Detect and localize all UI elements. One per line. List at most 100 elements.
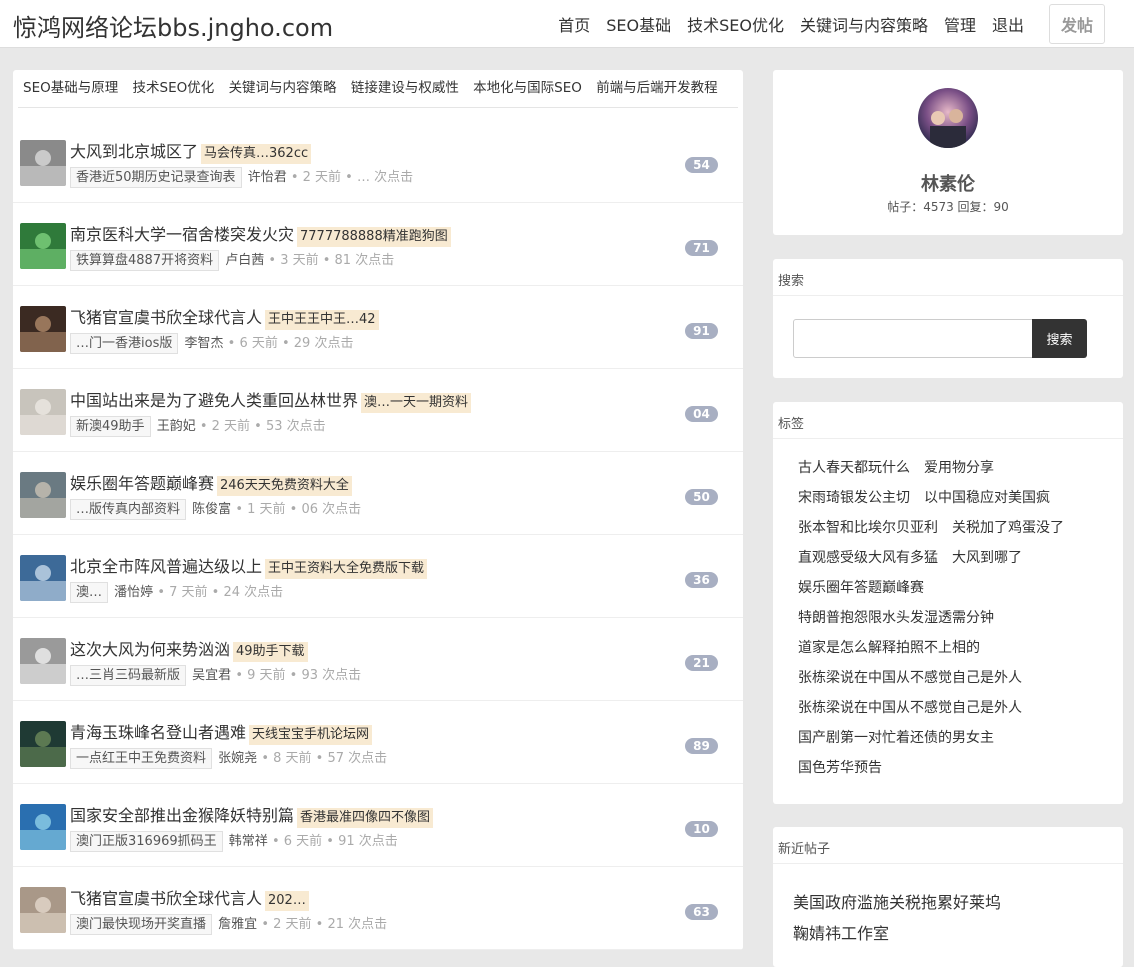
- tag-link[interactable]: 以中国稳应对美国疯: [924, 490, 1050, 506]
- post-forum-tag[interactable]: …版传真内部资料: [70, 499, 187, 520]
- new-post-button[interactable]: 发帖: [1049, 4, 1105, 44]
- category-tab[interactable]: SEO基础与原理: [23, 80, 118, 96]
- category-tab[interactable]: 链接建设与权威性: [351, 80, 459, 96]
- search-input[interactable]: [793, 319, 1033, 358]
- post-title[interactable]: 北京全市阵风普遍达级以上: [70, 557, 262, 576]
- post-highlight-tag[interactable]: 香港最准四像四不像图: [297, 808, 434, 828]
- post-highlight-tag[interactable]: 马会传真…362cc: [201, 144, 312, 164]
- reply-count-badge: 21: [685, 655, 718, 671]
- post-forum-tag[interactable]: 澳…: [70, 582, 109, 603]
- post-title[interactable]: 青海玉珠峰名登山者遇难: [70, 723, 246, 742]
- category-tab[interactable]: 技术SEO优化: [133, 80, 215, 96]
- nav-technical-seo[interactable]: 技术SEO优化: [687, 12, 784, 36]
- post-highlight-tag[interactable]: 澳…一天一期资料: [361, 393, 472, 413]
- site-title[interactable]: 惊鸿网络论坛bbs.jngho.com: [13, 8, 333, 43]
- post-forum-tag[interactable]: 香港近50期历史记录查询表: [70, 167, 242, 188]
- post-forum-tag[interactable]: 澳门最快现场开奖直播: [70, 914, 213, 935]
- post-forum-tag[interactable]: 澳门正版316969抓码王: [70, 831, 223, 852]
- post-title[interactable]: 飞猪官宣虞书欣全球代言人: [70, 308, 262, 327]
- nav-admin[interactable]: 管理: [944, 12, 976, 36]
- post-thumbnail[interactable]: [20, 804, 66, 850]
- category-tab[interactable]: 关键词与内容策略: [229, 80, 337, 96]
- post-title[interactable]: 娱乐圈年答题巅峰赛: [70, 474, 214, 493]
- post-author[interactable]: 卢白茜: [225, 253, 264, 268]
- post-highlight-tag[interactable]: 天线宝宝手机论坛网: [249, 725, 373, 745]
- tag-link[interactable]: 直观感受级大风有多猛: [798, 550, 938, 566]
- post-thumbnail[interactable]: [20, 223, 66, 269]
- nav-logout[interactable]: 退出: [992, 12, 1024, 36]
- post-author[interactable]: 潘怡婷: [114, 585, 153, 600]
- reply-count-badge: 89: [685, 738, 718, 754]
- post-forum-tag[interactable]: 铁算算盘4887开将资料: [70, 250, 220, 271]
- tag-link[interactable]: 道家是怎么解释拍照不上相的: [798, 640, 980, 656]
- tag-link[interactable]: 国色芳华预告: [798, 760, 882, 776]
- post-row[interactable]: 飞猪官宣虞书欣全球代言人 202… 澳门最快现场开奖直播 詹雅宜 • 2 天前 • …: [13, 867, 743, 950]
- nav-keyword-strategy[interactable]: 关键词与内容策略: [800, 12, 928, 36]
- post-row[interactable]: 这次大风为何来势汹汹 49助手下载 …三肖三码最新版 吴宜君 • 9 天前 • 93…: [13, 618, 743, 701]
- category-tab[interactable]: 前端与后端开发教程: [596, 80, 718, 96]
- post-highlight-tag[interactable]: 7777788888精准跑狗图: [297, 227, 451, 247]
- tag-link[interactable]: 张栋梁说在中国从不感觉自己是外人: [798, 670, 1022, 686]
- post-author[interactable]: 许怡君: [248, 170, 287, 185]
- tag-row: 张栋梁说在中国从不感觉自己是外人: [798, 663, 1118, 693]
- post-author[interactable]: 韩常祥: [229, 834, 268, 849]
- post-thumbnail[interactable]: [20, 721, 66, 767]
- post-thumbnail[interactable]: [20, 140, 66, 186]
- post-author[interactable]: 詹雅宜: [218, 917, 257, 932]
- post-thumbnail[interactable]: [20, 472, 66, 518]
- nav-seo-basics[interactable]: SEO基础: [606, 12, 671, 36]
- post-author[interactable]: 吴宜君: [192, 668, 231, 683]
- post-thumbnail[interactable]: [20, 306, 66, 352]
- tag-link[interactable]: 关税加了鸡蛋没了: [952, 520, 1064, 536]
- post-author[interactable]: 张婉尧: [218, 751, 257, 766]
- avatar[interactable]: [918, 88, 978, 148]
- search-button[interactable]: 搜索: [1032, 319, 1087, 358]
- post-thumbnail[interactable]: [20, 887, 66, 933]
- tag-link[interactable]: 娱乐圈年答题巅峰赛: [798, 580, 924, 596]
- tag-link[interactable]: 张本智和比埃尔贝亚利: [798, 520, 938, 536]
- post-forum-tag[interactable]: 新澳49助手: [70, 416, 151, 437]
- tag-link[interactable]: 特朗普抱怨限水头发湿透需分钟: [798, 610, 994, 626]
- post-row[interactable]: 青海玉珠峰名登山者遇难 天线宝宝手机论坛网 一点红王中王免费资料 张婉尧 • 8 天…: [13, 701, 743, 784]
- post-thumbnail[interactable]: [20, 555, 66, 601]
- recent-post-link[interactable]: 美国政府滥施关税拖累好莱坞: [793, 887, 1113, 918]
- post-row[interactable]: 南京医科大学一宿舍楼突发火灾 7777788888精准跑狗图铁算算盘4887开将资…: [13, 203, 743, 286]
- post-highlight-tag[interactable]: 王中王王中王…42: [265, 310, 379, 330]
- post-title[interactable]: 大风到北京城区了: [70, 142, 198, 161]
- post-highlight-tag[interactable]: 49助手下载: [233, 642, 308, 662]
- post-author[interactable]: 王韵妃: [157, 419, 196, 434]
- profile-name[interactable]: 林素伦: [773, 170, 1123, 196]
- post-highlight-tag[interactable]: 王中王资料大全免费版下载: [265, 559, 428, 579]
- tag-link[interactable]: 爱用物分享: [924, 460, 994, 476]
- post-meta: • 2 天前 • 21 次点击: [261, 917, 388, 932]
- post-author[interactable]: 李智杰: [184, 336, 223, 351]
- post-forum-tag[interactable]: 一点红王中王免费资料: [70, 748, 213, 769]
- post-highlight-tag[interactable]: 202…: [265, 891, 309, 911]
- post-row[interactable]: 娱乐圈年答题巅峰赛 246天天免费资料大全 …版传真内部资料 陈俊富 • 1 天前 …: [13, 452, 743, 535]
- post-thumbnail[interactable]: [20, 638, 66, 684]
- post-row[interactable]: 飞猪官宣虞书欣全球代言人 王中王王中王…42 …门一香港ios版 李智杰 • 6 天…: [13, 286, 743, 369]
- category-tab[interactable]: 本地化与国际SEO: [473, 80, 582, 96]
- post-forum-tag[interactable]: …三肖三码最新版: [70, 665, 187, 686]
- tag-link[interactable]: 宋雨琦银发公主切: [798, 490, 910, 506]
- tag-link[interactable]: 大风到哪了: [952, 550, 1022, 566]
- post-title[interactable]: 南京医科大学一宿舍楼突发火灾: [70, 225, 294, 244]
- post-title[interactable]: 国家安全部推出金猴降妖特别篇: [70, 806, 294, 825]
- tag-link[interactable]: 国产剧第一对忙着还债的男女主: [798, 730, 994, 746]
- nav-home[interactable]: 首页: [558, 12, 590, 36]
- post-row[interactable]: 国家安全部推出金猴降妖特别篇 香港最准四像四不像图澳门正版316969抓码王 韩常…: [13, 784, 743, 867]
- recent-post-link[interactable]: 鞠婧祎工作室: [793, 918, 1113, 949]
- post-highlight-tag[interactable]: 246天天免费资料大全: [217, 476, 352, 496]
- post-title[interactable]: 飞猪官宣虞书欣全球代言人: [70, 889, 262, 908]
- post-row[interactable]: 北京全市阵风普遍达级以上 王中王资料大全免费版下载 澳… 潘怡婷 • 7 天前 • …: [13, 535, 743, 618]
- tag-link[interactable]: 张栋梁说在中国从不感觉自己是外人: [798, 700, 1022, 716]
- post-row[interactable]: 中国站出来是为了避免人类重回丛林世界 澳…一天一期资料 新澳49助手 王韵妃 • 2…: [13, 369, 743, 452]
- tag-link[interactable]: 古人春天都玩什么: [798, 460, 910, 476]
- tag-row: 直观感受级大风有多猛 大风到哪了: [798, 543, 1118, 573]
- post-author[interactable]: 陈俊富: [192, 502, 231, 517]
- post-thumbnail[interactable]: [20, 389, 66, 435]
- post-title[interactable]: 中国站出来是为了避免人类重回丛林世界: [70, 391, 358, 410]
- post-forum-tag[interactable]: …门一香港ios版: [70, 333, 179, 354]
- post-row[interactable]: 大风到北京城区了 马会传真…362cc 香港近50期历史记录查询表 许怡君 • 2 …: [13, 120, 743, 203]
- post-title[interactable]: 这次大风为何来势汹汹: [70, 640, 230, 659]
